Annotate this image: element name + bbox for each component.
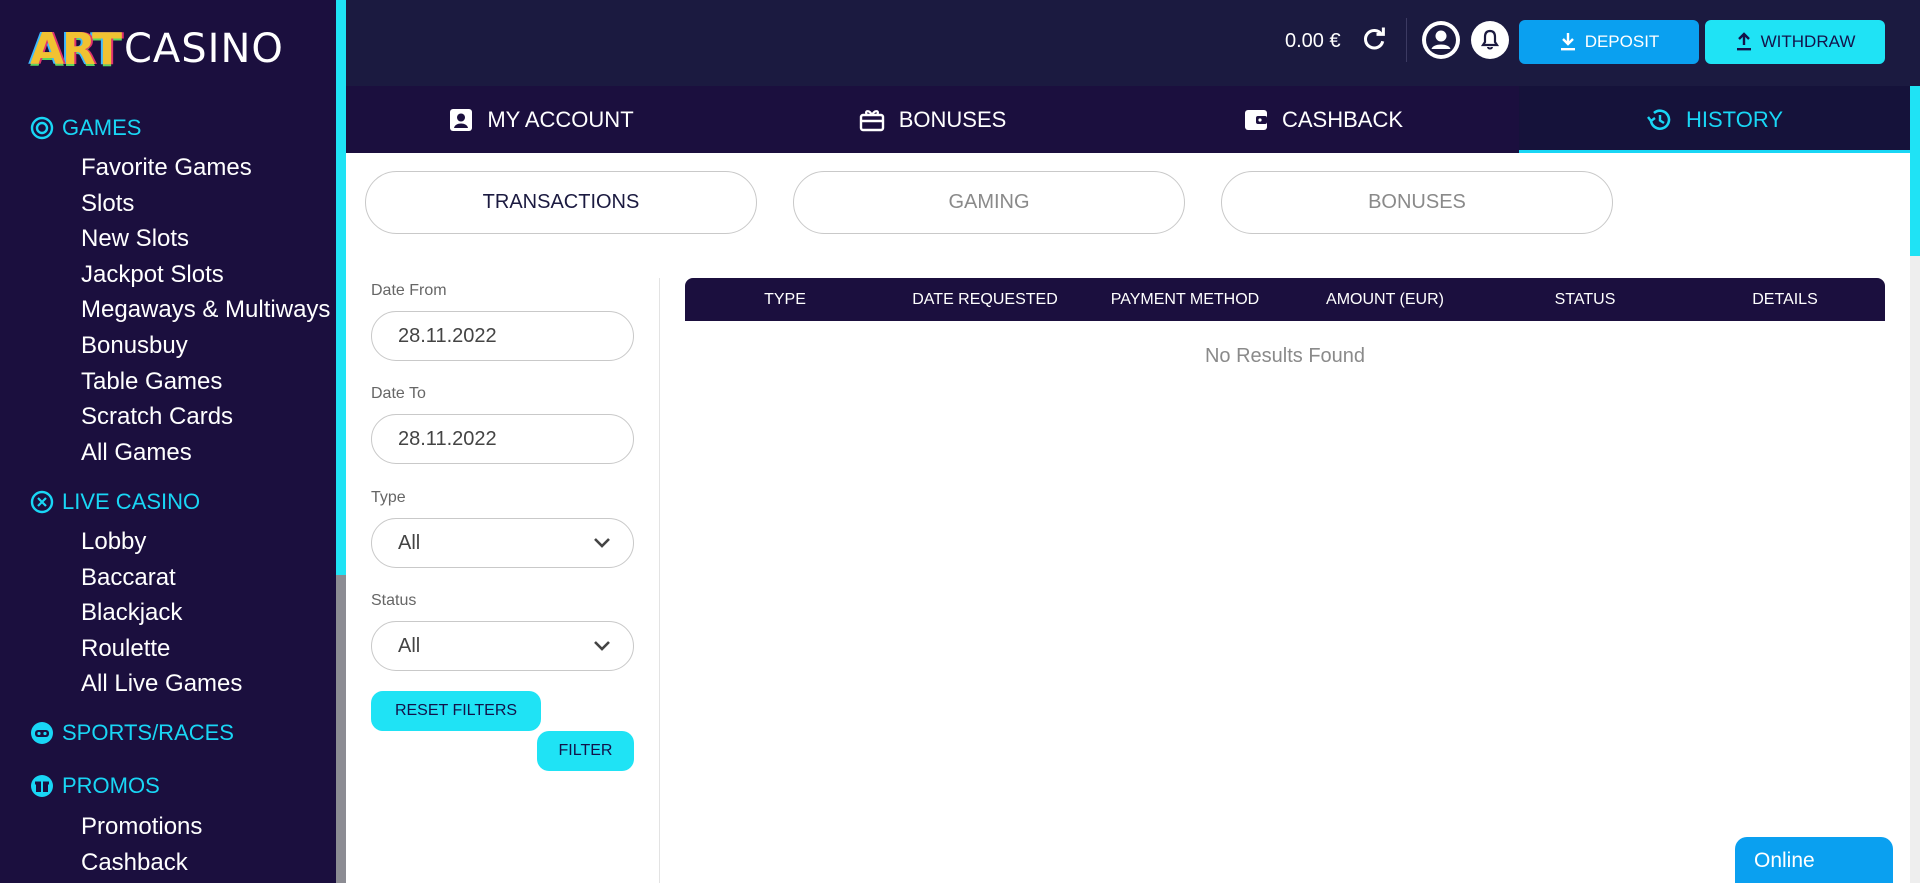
sidebar-item-lobby[interactable]: Lobby [81,524,242,560]
games-list: Favorite Games Slots New Slots Jackpot S… [81,150,330,470]
sidebar-section-sports[interactable]: SPORTS/RACES [30,720,234,746]
withdraw-button[interactable]: WITHDRAW [1705,20,1885,64]
sidebar-item-roulette[interactable]: Roulette [81,631,242,667]
date-from-input[interactable]: 28.11.2022 [371,311,634,361]
date-to-input[interactable]: 28.11.2022 [371,414,634,464]
sidebar-section-label: GAMES [62,115,142,140]
games-icon [30,116,54,140]
logo[interactable]: ART CASINO [30,22,284,76]
live-casino-list: Lobby Baccarat Blackjack Roulette All Li… [81,524,242,702]
date-from-value: 28.11.2022 [398,324,497,347]
sidebar-scrollbar-thumb[interactable] [336,0,346,575]
page-scrollbar-track[interactable] [1910,256,1920,883]
sidebar-section-label: SPORTS/RACES [62,720,234,745]
sidebar-item-favorite-games[interactable]: Favorite Games [81,150,330,186]
wallet-icon [1244,109,1267,130]
sidebar-section-label: PROMOS [62,773,160,798]
logo-art-text: ART [30,23,122,75]
tab-my-account[interactable]: MY ACCOUNT [346,86,737,153]
status-value: All [398,634,421,657]
header-divider [1406,18,1407,62]
sidebar-item-new-slots[interactable]: New Slots [81,221,330,257]
date-to-label: Date To [371,385,426,402]
notifications-button[interactable] [1471,21,1509,59]
sidebar-item-table-games[interactable]: Table Games [81,364,330,400]
user-icon [1426,25,1456,55]
type-value: All [398,531,421,554]
tab-label: CASHBACK [1281,106,1404,132]
date-from-label: Date From [371,282,447,299]
withdraw-label: WITHDRAW [1760,32,1856,51]
chevron-down-icon [594,641,610,651]
sidebar-item-cashback[interactable]: Cashback [81,845,202,881]
sidebar-item-all-games[interactable]: All Games [81,435,330,471]
live-casino-icon [30,490,54,514]
profile-button[interactable] [1422,21,1460,59]
reset-filters-button[interactable]: RESET FILTERS [371,691,541,731]
status-label: Status [371,592,417,609]
sidebar-item-bonusbuy[interactable]: Bonusbuy [81,328,330,364]
balance-display: 0.00 € [1285,30,1341,52]
refresh-icon[interactable] [1359,25,1389,55]
tab-label: HISTORY [1686,106,1783,132]
chevron-down-icon [594,538,610,548]
type-select[interactable]: All [371,518,634,568]
gift-box-icon [859,109,884,131]
sidebar: ART CASINO GAMES Favorite Games Slots Ne… [0,0,336,883]
account-tabs: MY ACCOUNT BONUSES CASHBACK HISTORY [346,86,1910,153]
sidebar-item-promotions[interactable]: Promotions [81,809,202,845]
download-icon [1560,33,1575,51]
deposit-label: DEPOSIT [1584,32,1660,51]
online-chat-button[interactable]: Online [1735,837,1893,883]
column-header-status[interactable]: STATUS [1485,278,1685,321]
tab-cashback[interactable]: CASHBACK [1128,86,1519,153]
account-card-icon [450,108,473,131]
top-bar: 0.00 € DEPOSIT WITHDRAW [346,0,1920,86]
sidebar-section-live-casino[interactable]: LIVE CASINO [30,489,200,515]
subtab-gaming[interactable]: GAMING [793,171,1185,234]
status-select[interactable]: All [371,621,634,671]
date-to-value: 28.11.2022 [398,427,497,450]
tab-bonuses[interactable]: BONUSES [737,86,1128,153]
sidebar-section-label: LIVE CASINO [62,489,201,514]
sports-icon [31,722,53,744]
tab-label: BONUSES [898,106,1007,132]
sidebar-item-megaways[interactable]: Megaways & Multiways [81,292,330,328]
deposit-button[interactable]: DEPOSIT [1519,20,1699,64]
promos-list: Promotions Cashback [81,809,202,880]
subtab-bonuses[interactable]: BONUSES [1221,171,1613,234]
sidebar-item-slots[interactable]: Slots [81,186,330,222]
sidebar-item-baccarat[interactable]: Baccarat [81,560,242,596]
filter-button[interactable]: FILTER [537,731,634,771]
tab-history[interactable]: HISTORY [1519,86,1910,153]
tab-label: MY ACCOUNT [487,106,634,132]
type-label: Type [371,489,406,506]
column-header-payment-method[interactable]: PAYMENT METHOD [1085,278,1285,321]
sidebar-item-scratch-cards[interactable]: Scratch Cards [81,399,330,435]
sidebar-section-promos[interactable]: PROMOS [30,773,160,799]
gift-icon [31,775,53,797]
history-icon [1647,108,1671,130]
column-header-type[interactable]: TYPE [685,278,885,321]
column-header-amount[interactable]: AMOUNT (EUR) [1285,278,1485,321]
sidebar-section-games[interactable]: GAMES [30,115,141,141]
sidebar-item-blackjack[interactable]: Blackjack [81,595,242,631]
page-scrollbar-thumb[interactable] [1910,86,1920,256]
column-header-details[interactable]: DETAILS [1685,278,1885,321]
logo-casino-text: CASINO [123,26,284,72]
filter-divider [659,278,660,883]
subtab-transactions[interactable]: TRANSACTIONS [365,171,757,234]
upload-icon [1736,32,1751,51]
sidebar-item-all-live-games[interactable]: All Live Games [81,666,242,702]
table-header: TYPE DATE REQUESTED PAYMENT METHOD AMOUN… [685,278,1885,321]
bell-icon [1480,29,1500,50]
column-header-date-requested[interactable]: DATE REQUESTED [885,278,1085,321]
sidebar-item-jackpot-slots[interactable]: Jackpot Slots [81,257,330,293]
empty-state-text: No Results Found [1204,345,1366,367]
